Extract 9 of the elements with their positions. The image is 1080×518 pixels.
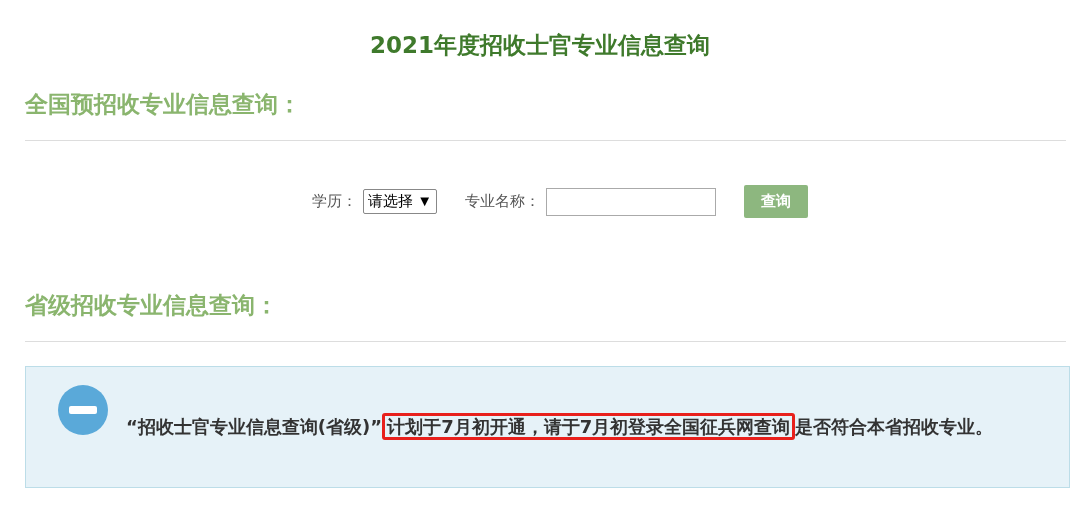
page-title: 2021年度招收士官专业信息查询 [370,31,710,60]
notice-text: “招收士官专业信息查询(省级)” 计划于7月初开通，请于7月初登录全国征兵网查询 是否符合本省招收专业。 [126,409,994,445]
field-label: 专业名称： [465,192,540,211]
field-label: 学历： [312,192,357,211]
section-heading: 全国预招收专业信息查询： [25,90,302,119]
minus-icon [58,385,108,435]
education-select[interactable]: 请选择 ▼ [363,189,437,214]
section-heading: 省级招收专业信息查询： [25,291,279,320]
major-input-field[interactable] [546,187,716,216]
